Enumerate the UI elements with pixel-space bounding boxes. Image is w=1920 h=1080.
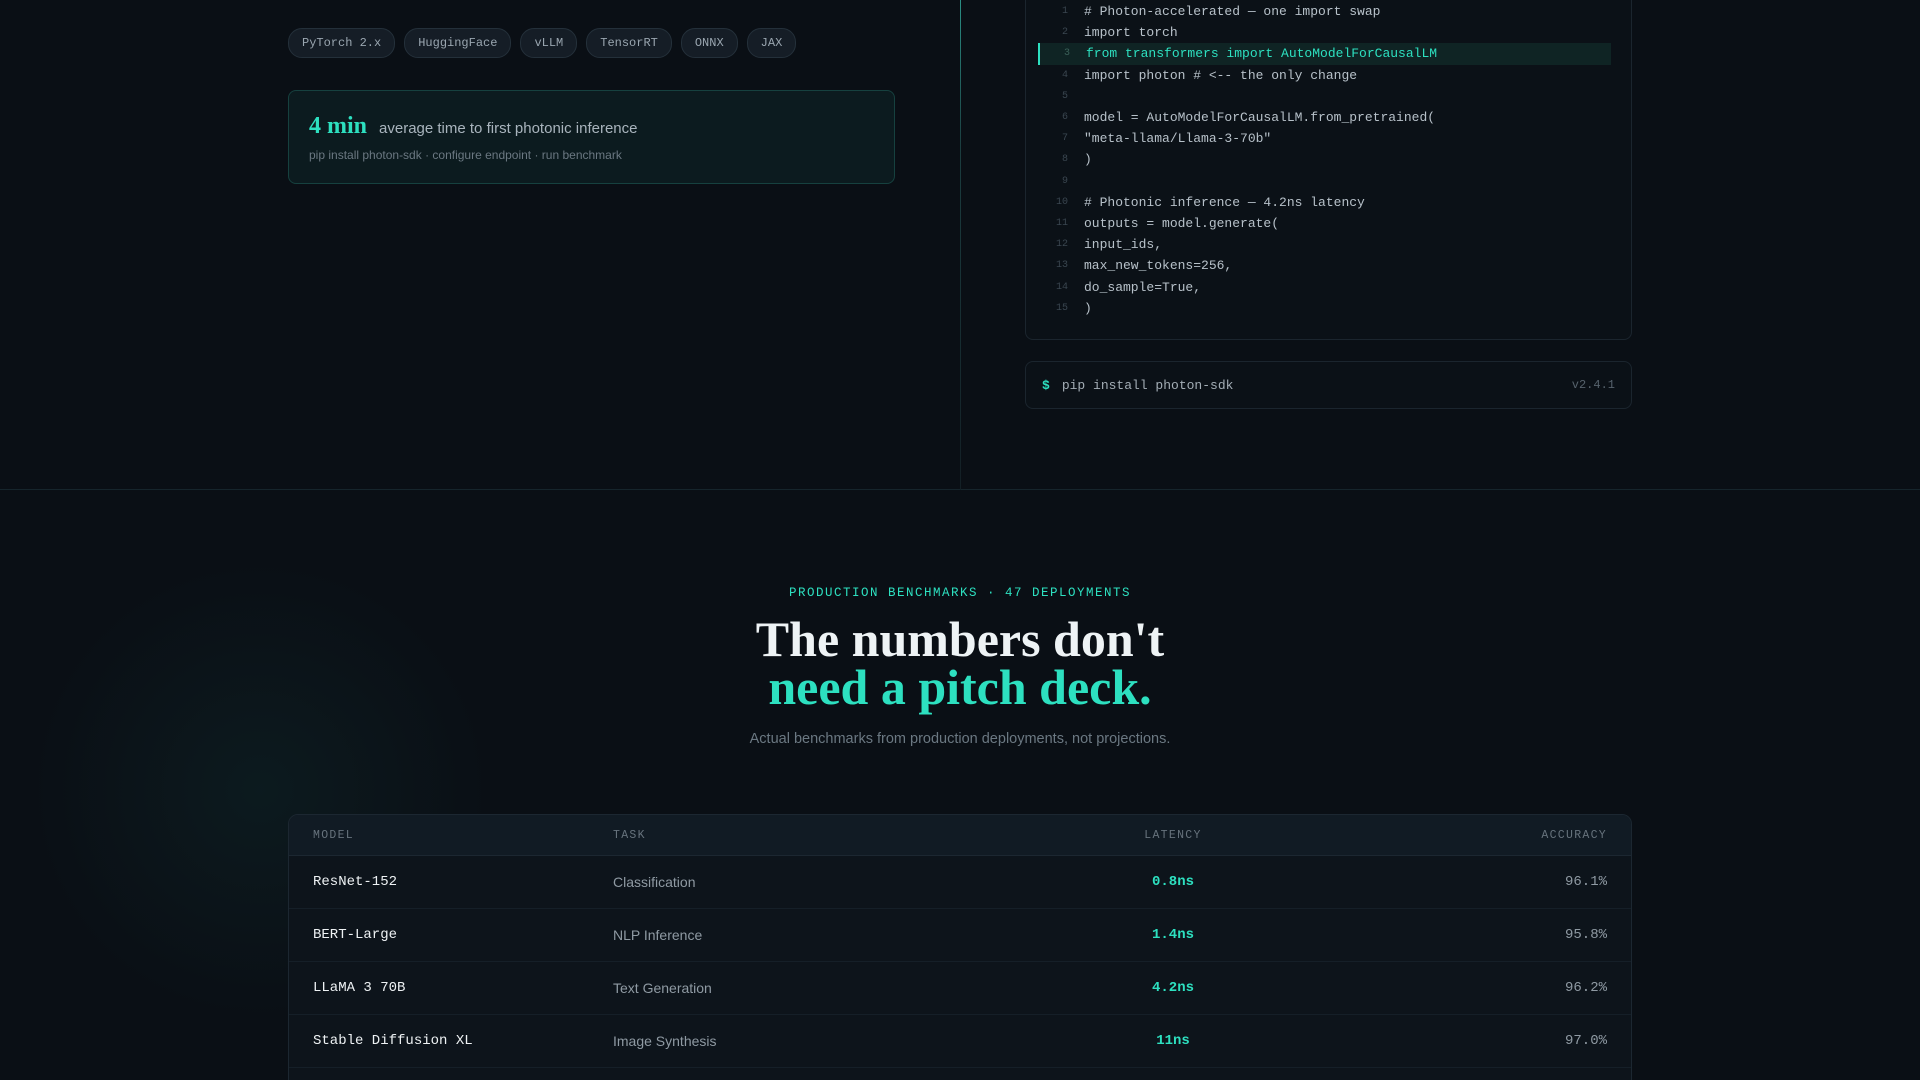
table-body: ResNet-152 Classification 0.8ns 96.1% BERT-L…: [289, 856, 1631, 1068]
line-number: 12: [1055, 239, 1068, 251]
code-text: outputs = model.generate(: [1084, 215, 1280, 231]
code-text: do_sample=True,: [1084, 279, 1202, 295]
code-snippet: 1 # Photon-accelerated — one import swap 2…: [1025, 0, 1632, 340]
benchmarks-headline: The numbers don't need a pitch deck.: [0, 611, 1920, 715]
line-number: 4: [1061, 69, 1068, 81]
benchmark-table: MODEL TASK LATENCY ACCURACY ResNet-152 Cl…: [288, 814, 1632, 1080]
table-header: MODEL TASK LATENCY ACCURACY: [289, 815, 1631, 856]
code-text: import photon # <-- the only change: [1084, 67, 1358, 83]
column-header-latency: LATENCY: [1144, 828, 1202, 842]
cell-model: ResNet-152: [313, 874, 398, 890]
code-text: # Photon-accelerated — one import swap: [1084, 4, 1381, 20]
code-text: max_new_tokens=256,: [1084, 258, 1233, 274]
code-text: input_ids,: [1084, 237, 1163, 253]
headline-line-1: The numbers don't: [755, 611, 1165, 667]
cell-task: NLP Inference: [613, 927, 703, 943]
headline-line-2: need a pitch deck.: [768, 659, 1152, 715]
time-to-inference-card: 4 min average time to first photonic inf…: [288, 90, 895, 184]
code-line: 6 model = AutoModelForCausalLM.from_pretr…: [1038, 107, 1611, 128]
stat-label: average time to first photonic inference: [379, 120, 638, 137]
line-number: 15: [1055, 302, 1068, 314]
code-line: 7 "meta-llama/Llama-3-70b": [1038, 128, 1611, 149]
sdk-version: v2.4.1: [1571, 378, 1615, 392]
code-text: import torch: [1084, 25, 1178, 41]
line-number: 10: [1055, 196, 1068, 208]
code-text: ): [1084, 152, 1092, 168]
cell-accuracy: 96.2%: [1564, 980, 1607, 996]
framework-tag-onnx[interactable]: ONNX: [680, 28, 738, 58]
stat-steps: pip install photon-sdk · configure endpo…: [309, 148, 622, 162]
framework-tag-jax[interactable]: JAX: [746, 28, 797, 58]
cell-latency: 11ns: [1156, 1033, 1190, 1049]
column-header-accuracy: ACCURACY: [1541, 828, 1607, 842]
code-line: 11 outputs = model.generate(: [1038, 213, 1611, 234]
cell-task: Text Generation: [613, 980, 712, 996]
line-number: 2: [1061, 27, 1068, 39]
code-line: 13 max_new_tokens=256,: [1038, 255, 1611, 276]
line-number: 3: [1063, 48, 1070, 60]
benchmarks-eyebrow: PRODUCTION BENCHMARKS · 47 DEPLOYMENTS: [788, 586, 1132, 600]
cell-task: Image Synthesis: [613, 1033, 717, 1049]
code-text: "meta-llama/Llama-3-70b": [1084, 131, 1272, 147]
line-number: 8: [1061, 154, 1068, 166]
cell-latency: 0.8ns: [1151, 874, 1194, 890]
cell-model: BERT-Large: [313, 927, 398, 943]
cell-task: Classification: [613, 874, 696, 890]
line-number: 11: [1055, 217, 1068, 229]
line-number: 6: [1061, 112, 1068, 124]
framework-tag-pytorch[interactable]: PyTorch 2.x: [288, 28, 396, 58]
code-line: 5: [1038, 86, 1611, 107]
terminal-prompt: $: [1042, 377, 1050, 393]
install-command-bar[interactable]: $ pip install photon-sdk v2.4.1: [1025, 361, 1632, 409]
code-line: 10 # Photonic inference — 4.2ns latency: [1038, 192, 1611, 213]
code-text: model = AutoModelForCausalLM.from_pretra…: [1084, 110, 1436, 126]
framework-tag-tensorrt[interactable]: TensorRT: [586, 28, 672, 58]
line-number: 9: [1061, 175, 1068, 187]
code-line: 2 import torch: [1038, 22, 1611, 43]
code-text: # Photonic inference — 4.2ns latency: [1084, 194, 1365, 210]
framework-tags: PyTorch 2.x HuggingFace vLLM TensorRT ON…: [288, 28, 797, 58]
code-line: 3 from transformers import AutoModelForCa…: [1038, 43, 1611, 65]
line-number: 13: [1055, 260, 1068, 272]
line-number: 14: [1055, 281, 1068, 293]
column-header-task: TASK: [613, 828, 646, 842]
code-line: 1 # Photon-accelerated — one import swap: [1038, 1, 1611, 22]
code-text: from transformers import AutoModelForCau…: [1086, 46, 1438, 62]
vertical-divider: [960, 0, 961, 490]
code-line: 14 do_sample=True,: [1038, 276, 1611, 297]
code-text: ): [1084, 300, 1092, 316]
table-row: LLaMA 3 70B Text Generation 4.2ns 96.2%: [289, 962, 1631, 1015]
cell-latency: 1.4ns: [1151, 927, 1194, 943]
install-command[interactable]: pip install photon-sdk: [1062, 378, 1572, 393]
table-row: BERT-Large NLP Inference 1.4ns 95.8%: [289, 909, 1631, 962]
code-line: 15): [1038, 298, 1611, 319]
code-line: 12 input_ids,: [1038, 234, 1611, 255]
column-header-model: MODEL: [313, 828, 355, 842]
code-line: 9: [1038, 171, 1611, 192]
cell-model: Stable Diffusion XL: [313, 1033, 473, 1049]
line-number: 5: [1061, 90, 1068, 102]
code-line: 8): [1038, 149, 1611, 170]
stat-value: 4 min: [309, 113, 368, 139]
cell-accuracy: 95.8%: [1564, 927, 1607, 943]
table-row: ResNet-152 Classification 0.8ns 96.1%: [289, 856, 1631, 909]
cell-latency: 4.2ns: [1151, 980, 1194, 996]
cell-accuracy: 97.0%: [1564, 1033, 1607, 1049]
table-row: Stable Diffusion XL Image Synthesis 11ns 97…: [289, 1015, 1631, 1068]
cell-model: LLaMA 3 70B: [313, 980, 406, 996]
integration-section: PyTorch 2.x HuggingFace vLLM TensorRT ON…: [0, 0, 1920, 490]
line-number: 7: [1061, 133, 1068, 145]
line-number: 1: [1061, 6, 1068, 18]
benchmarks-subhead: Actual benchmarks from production deploy…: [749, 731, 1171, 747]
code-line: 4 import photon # <-- the only change: [1038, 65, 1611, 86]
framework-tag-vllm[interactable]: vLLM: [520, 28, 578, 58]
framework-tag-huggingface[interactable]: HuggingFace: [404, 28, 512, 58]
cell-accuracy: 96.1%: [1564, 874, 1607, 890]
